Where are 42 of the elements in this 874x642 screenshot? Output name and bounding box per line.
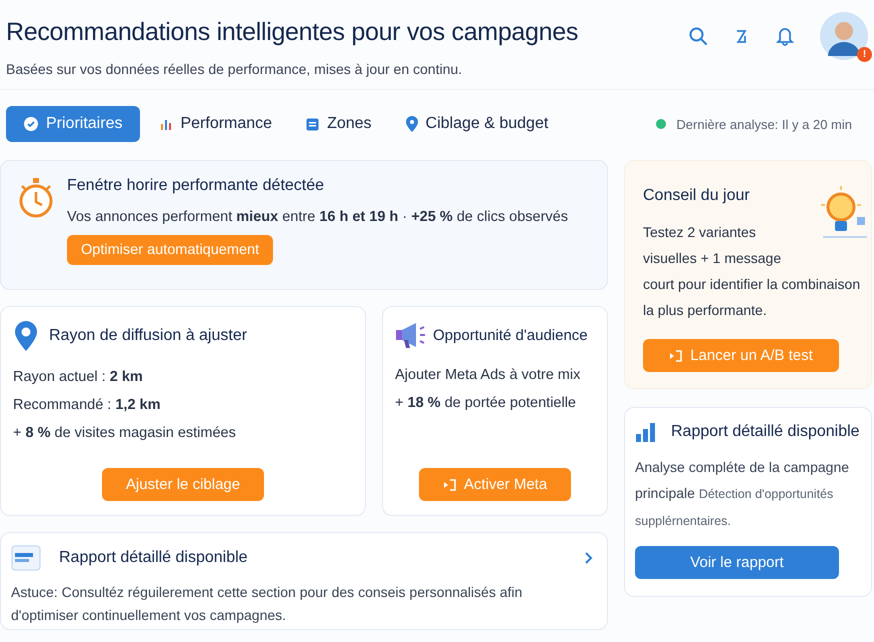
tab[interactable]: Performance [146,106,286,142]
card-title: Rapport détaillé disponible [671,423,860,441]
card-text: Recommandé : 1,2 km [13,397,162,413]
card-text: Analyse compléte de la campagne principale Détection d'opportunités supplérnentaires. [635,458,850,530]
page-subtitle: Basées sur vos données réelles de performance, mises à jour en continu. [6,61,464,77]
chevron-right-icon [584,551,593,565]
activate-meta-button[interactable]: Activer Meta [418,468,572,501]
card-title: Fenétre horire performante détectée [67,177,324,195]
card-title: Opportunité d'audience [433,326,588,344]
card-title: Rayon de diffusion à ajuster [49,327,248,345]
last-analysis-text: Dernière analyse: Il y a 20 min [676,116,852,132]
page-title: Recommandations intelligentes pour vos campagnes [6,18,578,47]
report-banner[interactable]: Rapport détaillé disponible Astuce: Consultéz réguilerement cette section pour des conseis personnalisés afin d'optimiser continuellement vos campagnes. [0,532,608,630]
adjust-targeting-button[interactable]: Ajuster le ciblage [102,468,264,501]
play-bracket-icon [669,350,682,362]
play-bracket-icon [442,478,456,490]
check-circle-icon [24,117,38,131]
report-icon [11,545,41,571]
location-pin-icon [13,321,39,351]
bell-icon[interactable] [776,26,794,46]
bar-chart-icon [160,118,172,130]
list-square-icon [306,118,320,130]
notification-badge: ! [857,47,872,62]
card-title: Conseil du jour [643,187,751,205]
bar-chart-icon [635,422,657,442]
tip-text: Astuce: Consultéz réguilerement cette section pour des conseis personnalisés afin d'optimiser continuellement vos campagnes. [11,583,524,625]
optimize-button[interactable]: Optimiser automatiquement [67,235,274,265]
view-report-button[interactable]: Voir le rapport [635,546,839,579]
tab[interactable]: Zones [292,106,386,142]
ab-test-button[interactable]: Lancer un A/B test [643,339,839,372]
card-text: Rayon actuel : 2 km [13,369,144,385]
card-text: + 8 % de visites magasin estimées [13,425,237,441]
card-text: Vos annonces performent mieux entre 16 h et 19 h · +25 % de clics observés [67,209,568,225]
search-icon[interactable] [688,26,708,46]
tip-text: Testez 2 variantes visuelles + 1 message court pour identifier la combinaison la plus performante. [643,223,862,320]
stopwatch-icon [17,177,55,219]
card-text: Ajouter Meta Ads à votre mix [395,367,582,383]
tab[interactable]: Prioritaires [6,106,140,142]
banner-title: Rapport détaillé disponible [59,549,248,567]
location-pin-icon [406,116,418,132]
card-text: + 18 % de portée potentielle [395,395,577,411]
tab[interactable]: Ciblage & budget [392,106,562,142]
